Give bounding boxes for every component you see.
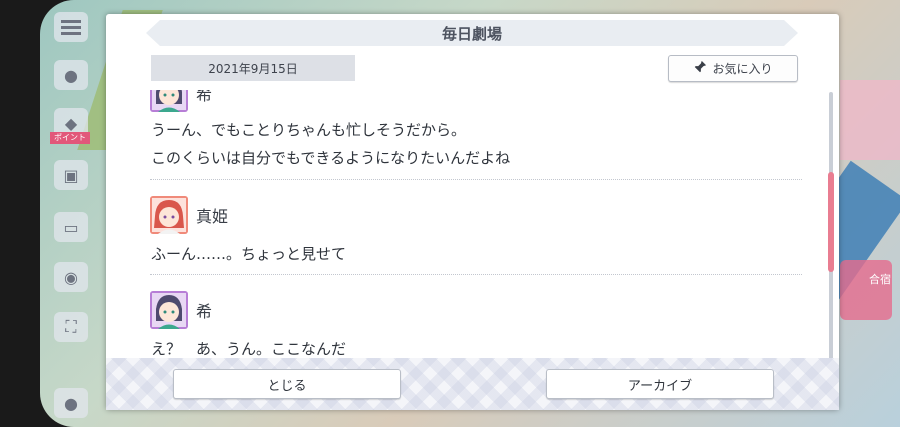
background-tag: 合宿 (869, 273, 891, 286)
dialogue-entry: 希 え？ あ、うん。ここなんだ (150, 275, 802, 369)
speaker-name: 希 (196, 302, 213, 321)
background-decoration (840, 260, 892, 320)
archive-button[interactable]: アーカイブ (546, 369, 774, 399)
dialog-title: 毎日劇場 (146, 20, 798, 46)
dialogue-line: このくらいは自分でもできるようになりたいんだよね (151, 149, 511, 167)
favorite-label: お気に入り (712, 62, 773, 76)
dialogue-line: うーん、でもことりちゃんも忙しそうだから。 (151, 121, 467, 139)
dialogue-entry: 真姫 ふーん……。ちょっと見せて (150, 180, 802, 275)
dialogue-line: ふーん……。ちょっと見せて (151, 245, 347, 263)
favorite-button[interactable]: お気に入り (668, 55, 798, 82)
hamburger-menu-icon[interactable] (54, 12, 88, 42)
daily-theater-dialog: 毎日劇場 2021年9月15日 お気に入り 希 うーん、でもことりちゃんも忙しそ… (106, 14, 839, 410)
screen-icon[interactable]: ▭ (54, 212, 88, 242)
camera-icon[interactable]: ◉ (54, 262, 88, 292)
dialog-footer: とじる アーカイブ (106, 358, 839, 410)
side-menu-rail: ● ◆ ポイント ▣ ▭ ◉ ⛶ ● (50, 0, 90, 427)
dialogue-log[interactable]: 希 うーん、でもことりちゃんも忙しそうだから。 このくらいは自分でもできるように… (150, 90, 802, 370)
log-scrollbar[interactable] (828, 92, 834, 366)
date-label: 2021年9月15日 (151, 55, 355, 81)
chat-icon[interactable]: ● (54, 60, 88, 90)
dialogue-entry: 希 うーん、でもことりちゃんも忙しそうだから。 このくらいは自分でもできるように… (150, 90, 802, 180)
fullscreen-icon[interactable]: ⛶ (54, 312, 88, 342)
points-badge: ポイント (50, 132, 90, 144)
log-scrollbar-thumb[interactable] (828, 172, 834, 272)
speaker-name: 希 (196, 90, 213, 104)
background-decoration (840, 80, 900, 160)
speaker-row: 希 (150, 291, 802, 329)
close-button[interactable]: とじる (173, 369, 401, 399)
gift-icon[interactable]: ▣ (54, 160, 88, 190)
speaker-row: 希 (150, 90, 802, 112)
pushpin-icon (693, 60, 707, 77)
avatar-maki (150, 196, 188, 234)
speaker-row: 真姫 (150, 196, 802, 234)
avatar-nozomi (150, 90, 188, 112)
speaker-name: 真姫 (196, 207, 229, 226)
avatar-nozomi (150, 291, 188, 329)
profile-icon[interactable]: ● (54, 388, 88, 418)
